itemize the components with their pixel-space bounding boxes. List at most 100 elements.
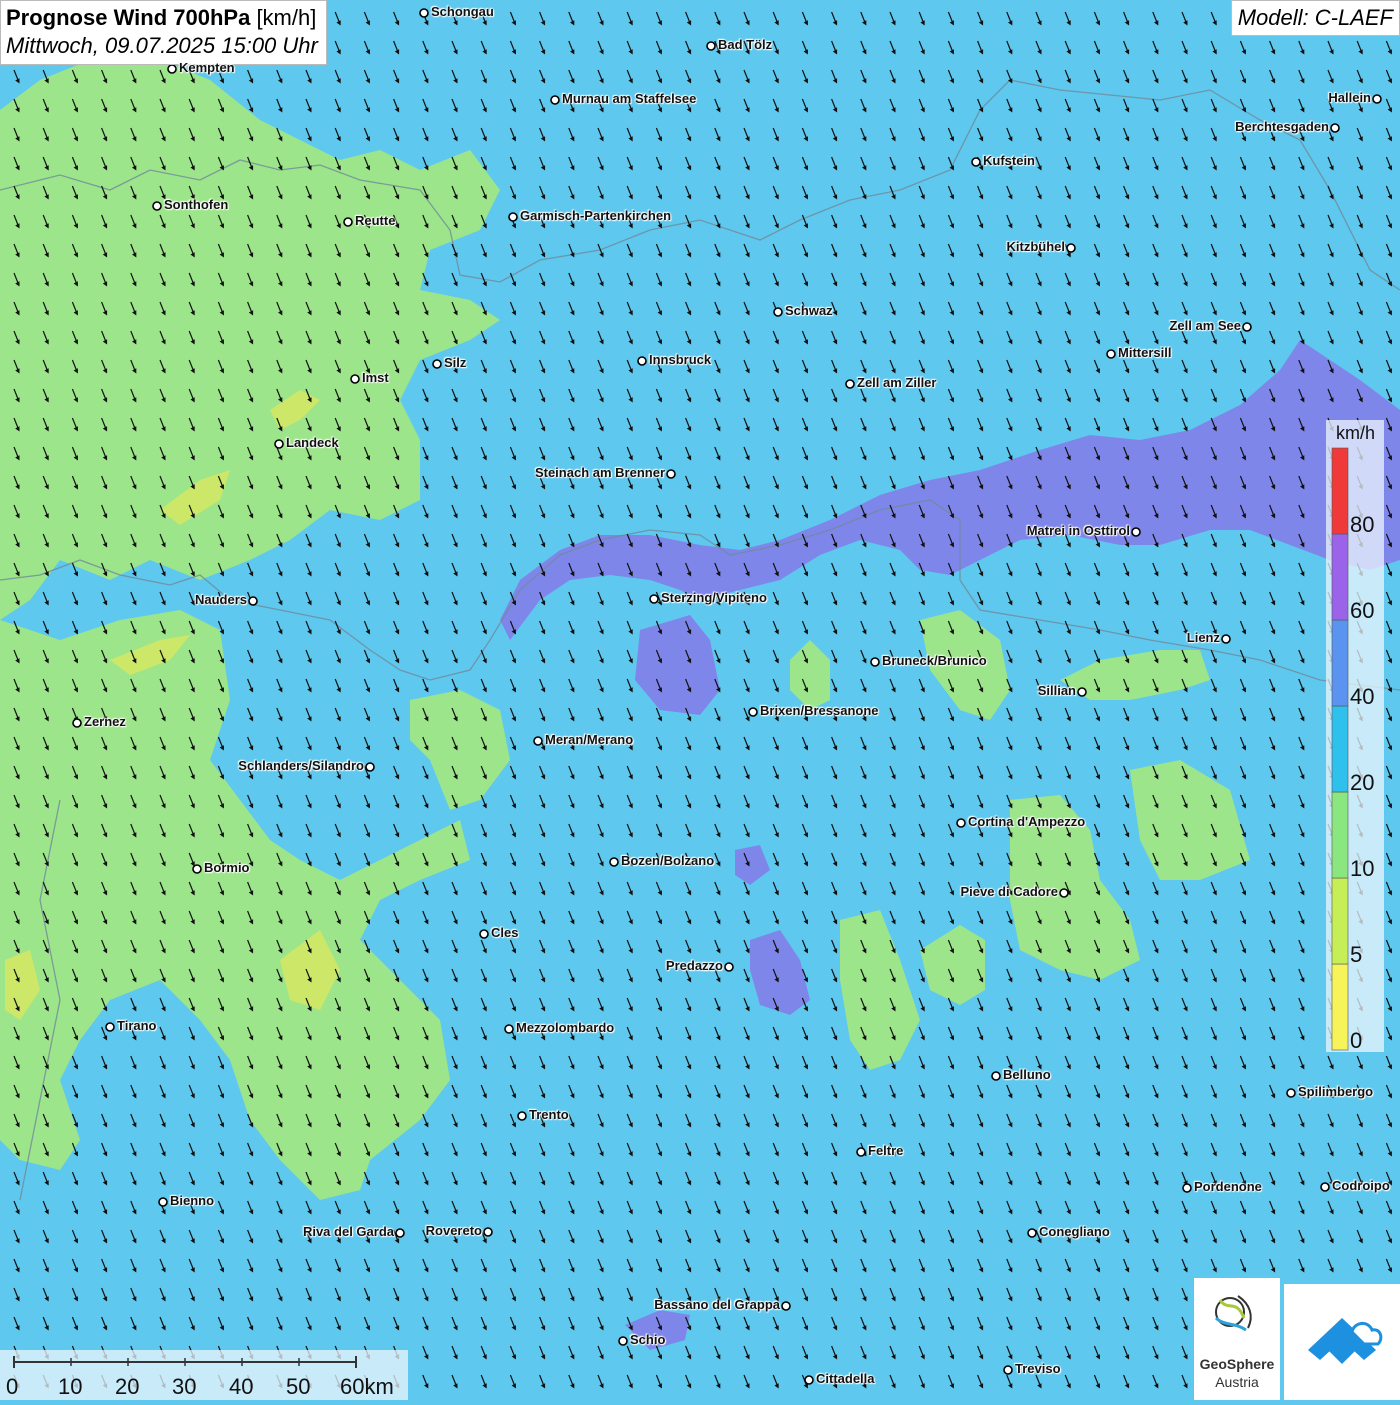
legend-tick-label: 20 [1350, 770, 1375, 795]
city-marker [781, 1301, 791, 1311]
city-label: Trento [529, 1107, 569, 1122]
city-label: Treviso [1015, 1361, 1061, 1376]
legend-swatch [1331, 447, 1349, 535]
city-label: Sterzing/Vipiteno [661, 590, 767, 605]
city-marker [856, 1147, 866, 1157]
city-marker [1221, 634, 1231, 644]
city-label: Bozen/Bolzano [621, 853, 715, 868]
city-marker [72, 718, 82, 728]
city-label: Spilimbergo [1298, 1084, 1374, 1099]
map-datetime: Mittwoch, 09.07.2025 15:00 Uhr [6, 33, 318, 58]
city-label: Bruneck/Brunico [882, 653, 987, 668]
city-marker [1131, 527, 1141, 537]
scale-label: 30 [172, 1374, 197, 1399]
cloud-app-logo [1284, 1284, 1400, 1400]
city-marker [1320, 1182, 1330, 1192]
legend-swatch [1331, 877, 1349, 965]
city-label: Predazzo [665, 958, 723, 973]
legend-tick-label: 5 [1350, 942, 1363, 967]
city-marker [637, 356, 647, 366]
city-label: Sonthofen [164, 197, 229, 212]
city-label: Schio [630, 1332, 666, 1347]
city-label: Cles [491, 925, 519, 940]
city-label: Brixen/Bressanone [760, 703, 879, 718]
city-marker [1066, 243, 1076, 253]
legend-swatch [1331, 533, 1349, 621]
city-label: Nauders [194, 592, 247, 607]
city-label: Imst [362, 370, 389, 385]
city-label: Landeck [286, 435, 339, 450]
scale-label: 40 [229, 1374, 254, 1399]
city-marker [773, 307, 783, 317]
scale-label: 50 [286, 1374, 311, 1399]
scale-label: 20 [115, 1374, 140, 1399]
city-marker [1242, 322, 1252, 332]
city-label: Schlanders/Silandro [238, 758, 364, 773]
city-marker [1330, 123, 1340, 133]
city-label: Zernez [84, 714, 126, 729]
city-label: Garmisch-Partenkirchen [520, 208, 672, 223]
city-marker [971, 157, 981, 167]
city-marker [479, 929, 489, 939]
city-label: Bienno [170, 1193, 215, 1208]
city-marker [804, 1375, 814, 1385]
city-label: Pordenone [1194, 1179, 1262, 1194]
legend-tick-label: 10 [1350, 856, 1375, 881]
city-label: Steinach am Brenner [534, 465, 665, 480]
city-marker [432, 359, 442, 369]
legend-swatch [1331, 705, 1349, 793]
city-label: Bassano del Grappa [654, 1297, 780, 1312]
city-marker [609, 857, 619, 867]
city-label: Cortina d'Ampezzo [968, 814, 1086, 829]
city-marker [1182, 1183, 1192, 1193]
city-marker [533, 736, 543, 746]
color-legend: km/h 0 5 10 20 40 60 80 [1326, 420, 1384, 1053]
city-label: Kempten [179, 60, 235, 75]
city-label: Schongau [431, 4, 494, 19]
city-label: Kitzbühel [1006, 239, 1066, 254]
city-marker [105, 1022, 115, 1032]
city-label: Zell am See [1169, 318, 1241, 333]
city-marker [706, 41, 716, 51]
city-label: Codroipo [1332, 1178, 1390, 1193]
city-label: Matrei in Osttirol [1026, 523, 1130, 538]
scale-label: 60km [340, 1374, 394, 1399]
city-marker [845, 379, 855, 389]
city-marker [666, 469, 676, 479]
cloud-arrow-icon [1308, 1318, 1383, 1364]
city-label: Silz [444, 355, 467, 370]
city-label: Innsbruck [649, 352, 712, 367]
map-title: Prognose Wind 700hPa [km/h] [6, 5, 317, 30]
city-label: Schwaz [785, 303, 833, 318]
model-label: Modell: C-LAEF [1230, 0, 1400, 36]
city-marker [1027, 1228, 1037, 1238]
legend-swatch [1331, 619, 1349, 707]
geosphere-country: Austria [1215, 1374, 1259, 1390]
city-marker [649, 594, 659, 604]
legend-tick-label: 80 [1350, 512, 1375, 537]
city-marker [508, 212, 518, 222]
city-label: Kufstein [983, 153, 1035, 168]
city-marker [158, 1197, 168, 1207]
legend-tick-label: 0 [1350, 1028, 1363, 1053]
city-label: Mittersill [1118, 345, 1172, 360]
city-marker [167, 64, 177, 74]
city-label: Rovereto [425, 1223, 482, 1238]
city-label: Cittadella [816, 1371, 875, 1386]
legend-swatch [1331, 963, 1349, 1051]
city-label: Sillian [1037, 683, 1076, 698]
city-marker [504, 1024, 514, 1034]
city-label: Berchtesgaden [1235, 119, 1329, 134]
city-marker [395, 1228, 405, 1238]
city-marker [1003, 1365, 1013, 1375]
city-marker [274, 439, 284, 449]
city-marker [343, 217, 353, 227]
legend-tick-label: 40 [1350, 684, 1375, 709]
city-label: Mezzolombardo [516, 1020, 615, 1035]
city-label: Bormio [204, 860, 250, 875]
city-marker [748, 707, 758, 717]
city-marker [618, 1336, 628, 1346]
city-marker [550, 95, 560, 105]
city-label: Bad Tölz [718, 37, 773, 52]
city-label: Murnau am Staffelsee [562, 91, 697, 106]
